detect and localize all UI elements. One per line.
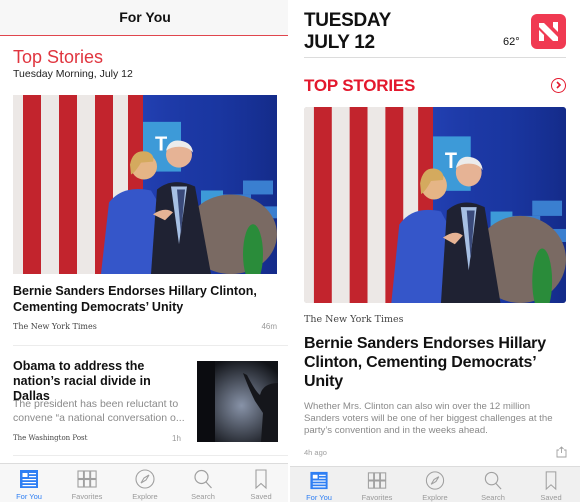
tab-label: Explore xyxy=(132,492,158,501)
compass-icon xyxy=(425,471,445,490)
publisher-logo[interactable]: The New York Times xyxy=(13,322,97,331)
tab-favorites[interactable]: Favorites xyxy=(58,464,116,502)
search-icon xyxy=(194,469,213,489)
section-title: TOP STORIES xyxy=(304,76,416,95)
tab-label: Saved xyxy=(540,493,562,502)
tab-label: For You xyxy=(306,493,332,502)
tab-search[interactable]: Search xyxy=(174,464,232,502)
tab-explore[interactable]: Explore xyxy=(406,467,464,502)
date-weekday: TUESDAY xyxy=(304,10,391,31)
publisher-logo[interactable]: The Washington Post xyxy=(13,434,87,442)
tab-saved[interactable]: Saved xyxy=(522,467,580,502)
chevron-right-icon[interactable] xyxy=(551,78,566,93)
for-you-icon xyxy=(20,470,38,488)
divider xyxy=(304,57,566,58)
favorites-grid-icon xyxy=(367,472,387,489)
publisher-logo[interactable]: The New York Times xyxy=(304,314,404,325)
summary-line: The president has been reluctant to xyxy=(13,398,179,410)
date-day: JULY 12 xyxy=(304,32,375,53)
bookmark-icon xyxy=(255,469,267,489)
tab-label: Saved xyxy=(250,492,272,501)
story-headline[interactable]: Bernie Sanders Endorses Hillary Clinton,… xyxy=(13,283,277,315)
story-time: 1h xyxy=(172,434,181,443)
date-header: TUESDAY JULY 12 xyxy=(304,10,391,54)
tab-label: Favorites xyxy=(71,492,103,501)
story-thumbnail[interactable] xyxy=(197,361,278,442)
news-logo-icon xyxy=(531,14,566,49)
summary-line: convene “a national conversation o... xyxy=(13,412,185,424)
left-screen: For You Top Stories Tuesday Morning, Jul… xyxy=(0,0,290,502)
tab-label: Search xyxy=(191,492,215,501)
nav-title: For You xyxy=(119,9,171,25)
tab-saved[interactable]: Saved xyxy=(232,464,290,502)
tab-bar: For You Favorites Explore Search Saved xyxy=(0,463,290,502)
tab-for-you[interactable]: For You xyxy=(290,467,348,502)
tab-bar: For You Favorites Explore Search Saved xyxy=(290,466,580,502)
story-image[interactable] xyxy=(13,95,277,274)
search-icon xyxy=(484,471,502,490)
divider xyxy=(13,345,290,346)
favorites-grid-icon xyxy=(77,470,97,488)
tab-for-you[interactable]: For You xyxy=(0,464,58,502)
tab-explore[interactable]: Explore xyxy=(116,464,174,502)
story-time: 46m xyxy=(261,322,277,331)
story-image[interactable] xyxy=(304,107,566,303)
tab-label: For You xyxy=(16,492,42,501)
section-subtitle: Tuesday Morning, July 12 xyxy=(13,68,133,80)
story-summary: The president has been reluctant to conv… xyxy=(13,397,185,425)
section-title: Top Stories xyxy=(13,47,104,67)
story-time: 4h ago xyxy=(304,448,327,457)
right-screen: TUESDAY JULY 12 62° TOP STORIES The New … xyxy=(290,0,580,502)
divider xyxy=(13,455,290,456)
story-headline[interactable]: Bernie Sanders Endorses Hillary Clinton,… xyxy=(304,334,568,391)
navigation-bar: For You xyxy=(0,0,290,36)
compass-icon xyxy=(135,469,155,489)
share-icon[interactable] xyxy=(556,445,567,458)
bookmark-icon xyxy=(545,471,557,490)
tab-label: Favorites xyxy=(361,493,393,502)
for-you-icon xyxy=(310,471,328,490)
tab-label: Explore xyxy=(422,493,448,502)
temperature: 62° xyxy=(503,36,520,48)
tab-favorites[interactable]: Favorites xyxy=(348,467,406,502)
story-summary: Whether Mrs. Clinton can also win over t… xyxy=(304,401,553,436)
tab-search[interactable]: Search xyxy=(464,467,522,502)
tab-label: Search xyxy=(481,493,505,502)
